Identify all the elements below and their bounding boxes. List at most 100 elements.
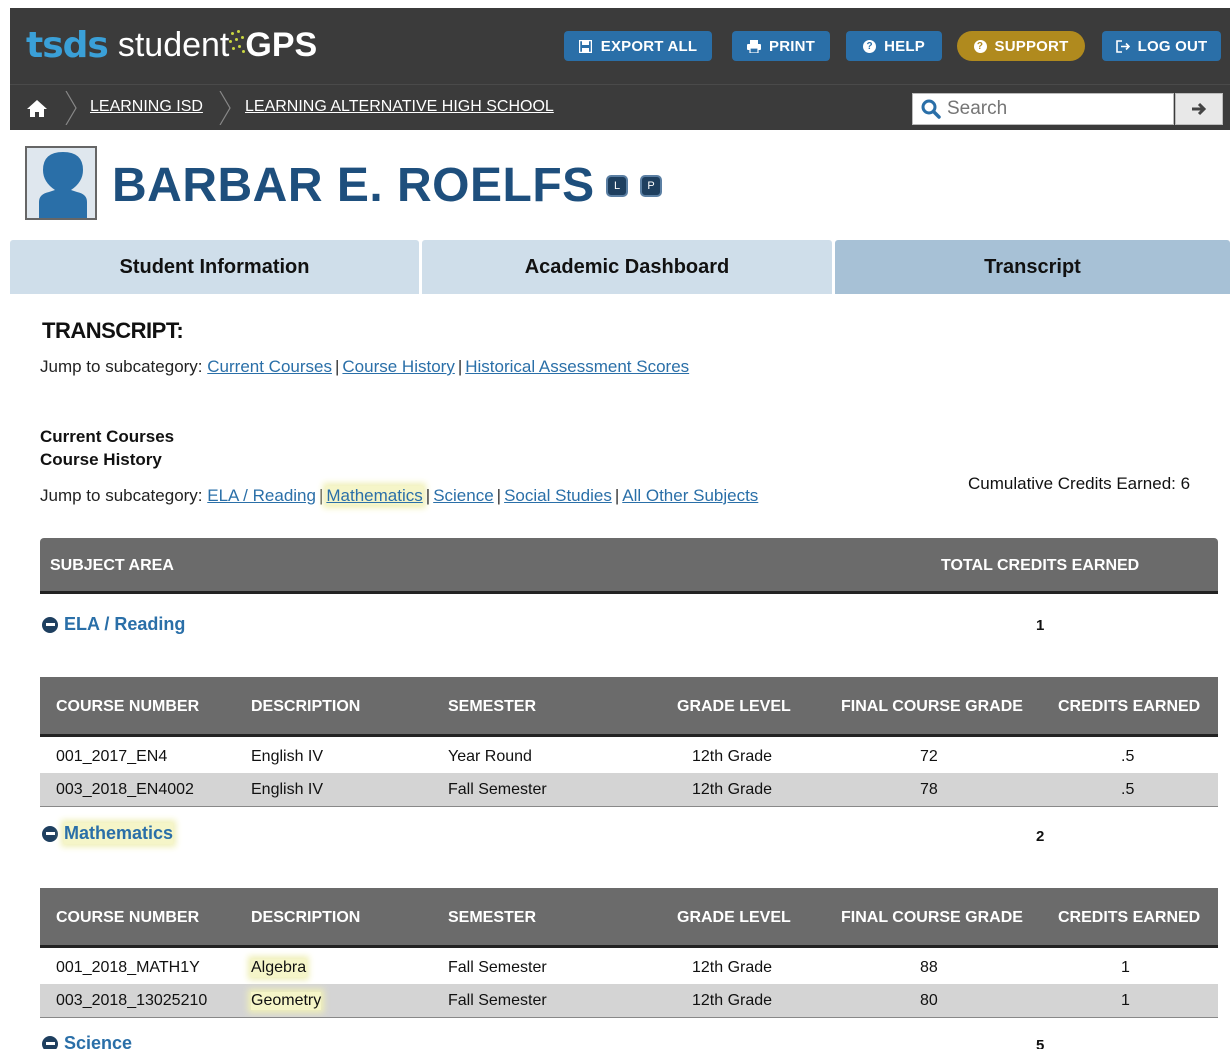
collapse-icon xyxy=(42,616,58,633)
table-row: 003_2018_13025210 Geometry Fall Semester… xyxy=(40,984,1218,1017)
arrow-right-icon xyxy=(1192,102,1207,116)
breadcrumb-district[interactable]: LEARNING ISD xyxy=(90,98,203,116)
cell-semester: Year Round xyxy=(448,748,532,765)
home-icon[interactable] xyxy=(26,98,48,118)
chevron-right-icon xyxy=(219,91,231,125)
cell-final-grade: 72 xyxy=(920,748,938,765)
link-ela-reading[interactable]: ELA / Reading xyxy=(207,486,316,505)
help-button[interactable]: ? HELP xyxy=(846,31,942,61)
jump-to-subcategory-subjects: Jump to subcategory: ELA / Reading | Mathe… xyxy=(40,486,759,505)
printer-icon xyxy=(747,39,761,53)
col-grade-level: GRADE LEVEL xyxy=(677,909,791,926)
cumulative-credits: Cumulative Credits Earned: 6 xyxy=(968,474,1191,493)
subject-name: Science xyxy=(64,1033,133,1049)
subject-toggle-science[interactable]: Science xyxy=(42,1033,132,1049)
cell-description: Algebra xyxy=(251,959,307,977)
tab-academic-dashboard[interactable]: Academic Dashboard xyxy=(422,240,832,294)
cell-description: Geometry xyxy=(251,992,322,1010)
log-out-icon xyxy=(1115,39,1130,53)
subject-toggle-ela-reading[interactable]: ELA / Reading xyxy=(42,614,185,635)
cell-final-grade: 80 xyxy=(920,992,938,1009)
lep-badge[interactable]: L xyxy=(606,175,628,197)
logo-dots-icon xyxy=(229,29,246,56)
question-icon: ? xyxy=(973,39,987,53)
subject-credits: 1 xyxy=(1036,617,1045,634)
tab-student-information[interactable]: Student Information xyxy=(10,240,419,294)
help-label: HELP xyxy=(884,37,925,55)
section-course-history: Course History xyxy=(40,450,162,469)
col-total-credits: TOTAL CREDITS EARNED xyxy=(941,557,1140,574)
search-box xyxy=(912,93,1174,125)
log-out-label: LOG OUT xyxy=(1137,37,1208,55)
col-description: DESCRIPTION xyxy=(251,909,361,926)
cell-description: English IV xyxy=(251,781,324,798)
tab-transcript[interactable]: Transcript xyxy=(835,240,1230,294)
subject-table-header: SUBJECT AREA TOTAL CREDITS EARNED xyxy=(40,538,1218,594)
cell-semester: Fall Semester xyxy=(448,992,547,1009)
cell-semester: Fall Semester xyxy=(448,959,547,976)
cell-credits: 1 xyxy=(1121,959,1130,976)
collapse-icon xyxy=(42,825,58,842)
export-all-button[interactable]: EXPORT ALL xyxy=(564,31,712,61)
print-button[interactable]: PRINT xyxy=(732,31,830,61)
col-course-number: COURSE NUMBER xyxy=(56,909,200,926)
link-social-studies[interactable]: Social Studies xyxy=(504,486,612,505)
collapse-icon xyxy=(42,1035,58,1049)
chevron-right-icon xyxy=(65,91,77,125)
cell-description: English IV xyxy=(251,748,324,765)
avatar xyxy=(25,146,97,220)
export-all-label: EXPORT ALL xyxy=(600,37,698,55)
search-input[interactable] xyxy=(947,98,1167,120)
link-all-other-subjects[interactable]: All Other Subjects xyxy=(622,486,758,505)
subject-toggle-mathematics[interactable]: Mathematics xyxy=(42,823,174,844)
program-badge[interactable]: P xyxy=(640,175,662,197)
search-submit-button[interactable] xyxy=(1175,93,1223,125)
col-final-course-grade: FINAL COURSE GRADE xyxy=(841,698,1023,715)
table-row: 001_2017_EN4 English IV Year Round 12th … xyxy=(40,740,1218,773)
col-course-number: COURSE NUMBER xyxy=(56,698,200,715)
link-current-courses[interactable]: Current Courses xyxy=(207,357,332,376)
question-icon: ? xyxy=(863,39,877,53)
table-divider xyxy=(40,1017,1218,1018)
cell-grade-level: 12th Grade xyxy=(692,748,773,765)
col-credits-earned: CREDITS EARNED xyxy=(1058,909,1201,926)
cell-course-number: 001_2018_MATH1Y xyxy=(56,959,200,976)
link-historical-assessment-scores[interactable]: Historical Assessment Scores xyxy=(465,357,689,376)
tsds-student-gps-logo[interactable]: tsds student GPS xyxy=(26,22,317,68)
cell-course-number: 001_2017_EN4 xyxy=(56,748,168,765)
cell-grade-level: 12th Grade xyxy=(692,992,773,1009)
link-mathematics[interactable]: Mathematics xyxy=(326,486,423,505)
page-title: TRANSCRIPT: xyxy=(42,318,184,343)
subject-name: ELA / Reading xyxy=(64,614,186,634)
col-final-course-grade: FINAL COURSE GRADE xyxy=(841,909,1023,926)
cell-grade-level: 12th Grade xyxy=(692,959,773,976)
jump-label: Jump to subcategory: xyxy=(40,357,203,376)
col-grade-level: GRADE LEVEL xyxy=(677,698,791,715)
cell-credits: .5 xyxy=(1121,748,1135,765)
logo-gps-label: GPS xyxy=(245,25,318,64)
logo-gps-text: GPS xyxy=(229,26,317,65)
cell-grade-level: 12th Grade xyxy=(692,781,773,798)
support-label: SUPPORT xyxy=(994,37,1069,55)
link-course-history[interactable]: Course History xyxy=(342,357,454,376)
log-out-button[interactable]: LOG OUT xyxy=(1102,31,1221,61)
col-semester: SEMESTER xyxy=(448,909,537,926)
col-description: DESCRIPTION xyxy=(251,698,361,715)
col-subject-area: SUBJECT AREA xyxy=(50,557,174,574)
table-row: 003_2018_EN4002 English IV Fall Semester… xyxy=(40,773,1218,806)
support-button[interactable]: ? SUPPORT xyxy=(957,31,1085,61)
cell-semester: Fall Semester xyxy=(448,781,547,798)
cell-course-number: 003_2018_EN4002 xyxy=(56,781,194,798)
link-science[interactable]: Science xyxy=(433,486,493,505)
cell-credits: .5 xyxy=(1121,781,1135,798)
subject-name: Mathematics xyxy=(64,823,174,844)
search-icon xyxy=(921,99,941,119)
subject-credits: 5 xyxy=(1036,1037,1045,1049)
jump-to-subcategory-top: Jump to subcategory: Current Courses | Cou… xyxy=(40,357,690,376)
cell-credits: 1 xyxy=(1121,992,1130,1009)
course-table-header: COURSE NUMBER DESCRIPTION SEMESTER GRADE… xyxy=(40,677,1218,737)
col-credits-earned: CREDITS EARNED xyxy=(1058,698,1201,715)
breadcrumb-school[interactable]: LEARNING ALTERNATIVE HIGH SCHOOL xyxy=(245,98,554,116)
cell-final-grade: 78 xyxy=(920,781,938,798)
jump-label: Jump to subcategory: xyxy=(40,486,203,505)
